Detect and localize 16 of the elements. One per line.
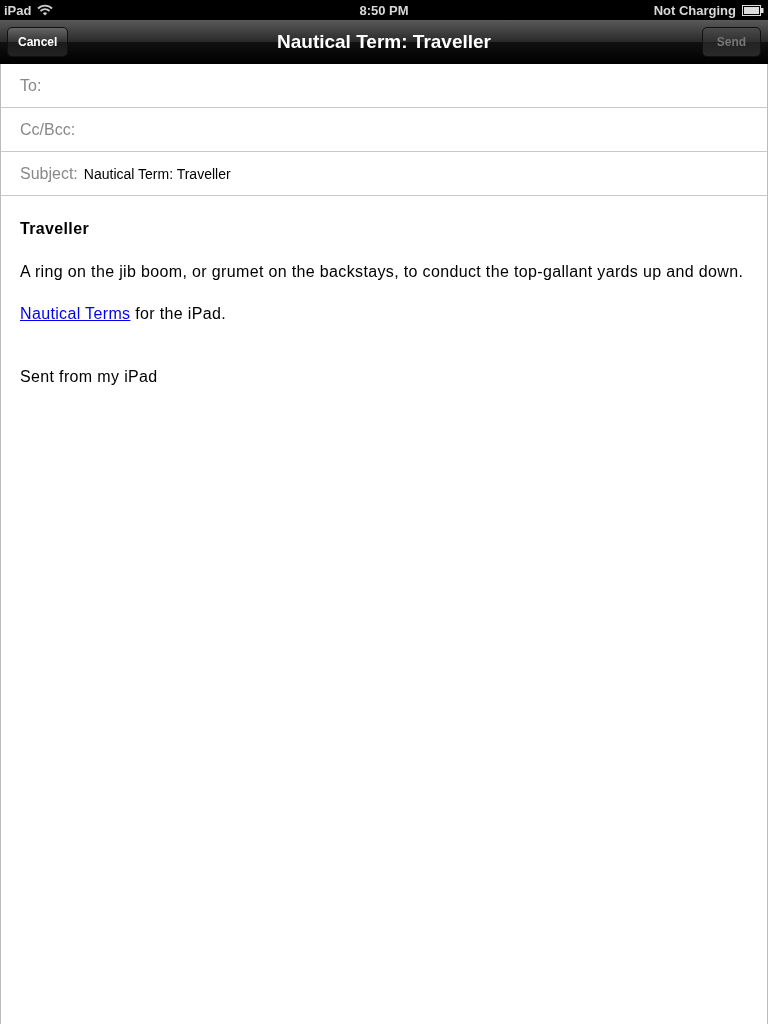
message-paragraph: Nautical Terms for the iPad. (20, 304, 228, 324)
input-field[interactable]: Nautical Term: Traveller (83, 165, 231, 182)
window-title: Nautical Term: Traveller (277, 30, 491, 53)
link[interactable]: Nautical Terms (20, 305, 131, 322)
signature: Sent from my iPad (20, 367, 159, 387)
battery-status: Not Charging (653, 2, 736, 18)
message-heading: Traveller (20, 219, 90, 239)
field-label: Cc/Bcc: (20, 120, 76, 139)
field-label: To: (20, 76, 42, 95)
message-paragraph: A ring on the jib boom, or grumet on the backstays, to conduct the top-gallant yards up and down. (20, 262, 745, 282)
wifi-icon (37, 4, 54, 16)
battery-icon (742, 4, 764, 16)
cancel-button[interactable]: Cancel (7, 26, 69, 57)
field-label: Subject: (20, 164, 78, 183)
clock-time: 8:50 PM (359, 2, 409, 18)
device-name: iPad (4, 2, 32, 18)
